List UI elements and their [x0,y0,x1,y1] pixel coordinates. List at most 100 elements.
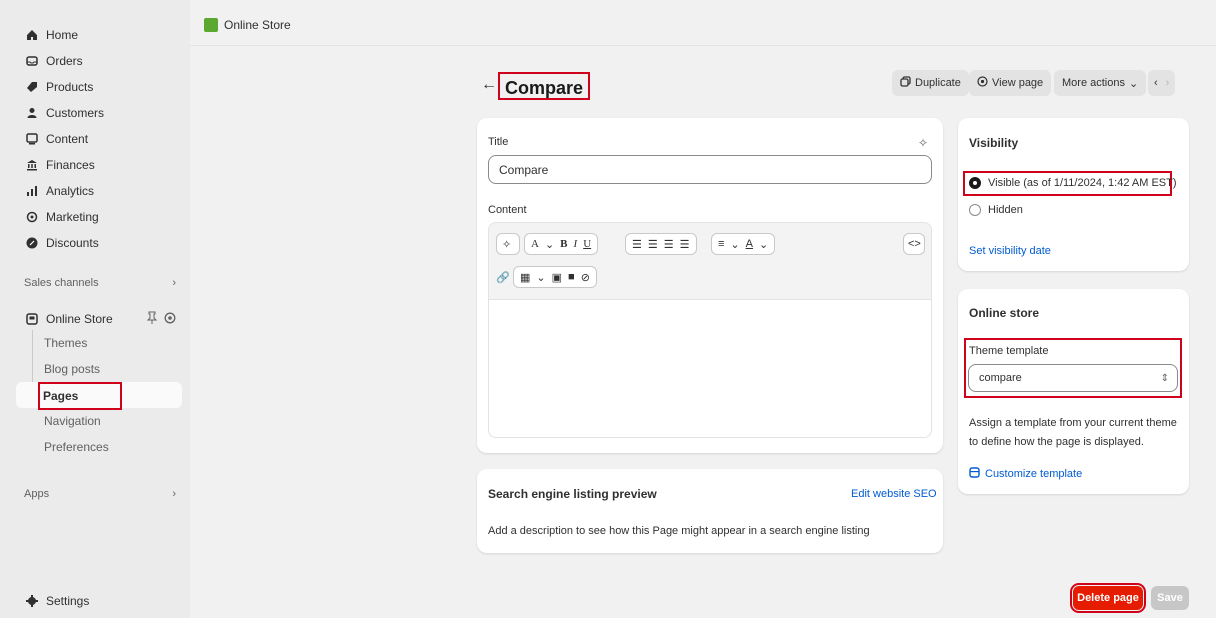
store-icon [26,313,38,325]
magic-button[interactable]: ✧ [496,233,520,255]
image-icon[interactable]: ▣ [552,271,562,284]
sidebar-item-discounts[interactable]: Discounts [26,233,99,253]
sidebar-item-analytics[interactable]: Analytics [26,181,94,201]
chevron-down-icon[interactable]: ⌄ [536,271,545,284]
numbered-list-icon[interactable]: ☰ [648,238,658,251]
template-icon [969,467,980,481]
list-group: ☰ ☰ ☰ ☰ [625,233,697,255]
content-editor[interactable] [488,300,932,438]
chevron-down-icon: ⌄ [1128,77,1139,90]
view-page-label: View page [992,77,1044,89]
align-group: ≡ ⌄ A ⌄ [711,233,776,255]
format-group: A ⌄ B I U [524,233,599,255]
more-actions-label: More actions [1062,77,1125,89]
theme-template-label: Theme template [969,345,1049,357]
link-icon: 🔗 [496,271,510,284]
align-left-icon[interactable]: ≡ [718,238,724,250]
seo-heading: Search engine listing preview [488,487,657,501]
edit-seo-link[interactable]: Edit website SEO [851,488,937,500]
underline-button[interactable]: U [583,238,591,250]
visibility-heading: Visibility [969,136,1019,150]
chevron-down-icon[interactable]: ⌄ [730,238,739,251]
customers-icon [26,107,38,119]
view-page-button[interactable]: View page [969,70,1052,96]
seo-description: Add a description to see how this Page m… [488,525,870,537]
sidebar-item-label: Pages [43,389,79,403]
title-label: Title [488,136,509,148]
sidebar-item-label: Analytics [46,184,95,198]
finances-icon [26,159,38,171]
video-icon[interactable]: ■ [568,271,575,283]
save-button[interactable]: Save [1151,586,1189,610]
insert-group: ▦ ⌄ ▣ ■ ⊘ [513,266,597,288]
outdent-icon[interactable]: ☰ [680,238,690,251]
duplicate-button[interactable]: Duplicate [892,70,969,96]
link-button[interactable]: 🔗 [496,266,512,288]
duplicate-icon [900,76,911,90]
sidebar-item-label: Content [46,132,89,146]
sidebar-item-navigation[interactable]: Navigation [44,411,101,431]
sidebar-item-label: Customers [46,106,105,120]
title-input-value: Compare [499,162,549,177]
bulleted-list-icon[interactable]: ☰ [632,238,642,251]
pin-icon[interactable] [146,311,158,328]
set-visibility-date-link[interactable]: Set visibility date [969,245,1051,257]
chevron-down-icon[interactable]: ⌄ [545,238,554,251]
sidebar-item-label: Home [46,28,79,42]
sidebar-item-finances[interactable]: Finances [26,155,95,175]
table-icon[interactable]: ▦ [520,271,530,284]
content-label: Content [488,204,527,216]
sidebar-item-themes[interactable]: Themes [44,333,87,353]
text-color-button[interactable]: A [746,238,753,250]
sidebar-item-content[interactable]: Content [26,129,88,149]
sales-channels-header[interactable]: Sales channels › [24,277,176,289]
hidden-radio[interactable] [969,204,981,216]
delete-page-button[interactable]: Delete page [1070,583,1146,613]
customize-template-link[interactable]: Customize template [969,467,1082,481]
sidebar-item-label: Settings [46,594,90,608]
pagination-group: ‹ › [1148,70,1176,96]
sidebar-item-preferences[interactable]: Preferences [44,437,109,457]
chevron-down-icon[interactable]: ⌄ [759,238,768,251]
sidebar-item-orders[interactable]: Orders [26,51,83,71]
discounts-icon [26,237,38,249]
orders-icon [26,55,38,67]
code-view-button[interactable]: <> [903,233,925,255]
sidebar-item-pages[interactable]: Pages [38,382,122,410]
sidebar-item-customers[interactable]: Customers [26,103,104,123]
sidebar-item-home[interactable]: Home [26,25,78,45]
sales-channels-label: Sales channels [24,277,99,289]
products-icon [26,81,38,93]
sidebar-item-settings[interactable]: Settings [26,591,89,611]
sidebar-item-marketing[interactable]: Marketing [26,207,99,227]
theme-template-help: Assign a template from your current them… [969,417,1177,448]
next-page-button[interactable]: › [1166,77,1170,89]
visible-radio[interactable] [969,177,981,189]
sidebar-item-products[interactable]: Products [26,77,93,97]
sidebar-item-label: Navigation [44,414,101,428]
sidebar-item-blog-posts[interactable]: Blog posts [44,359,100,379]
previous-page-button[interactable]: ‹ [1154,77,1158,89]
title-input[interactable]: Compare [488,155,932,184]
bold-button[interactable]: B [560,238,567,250]
store-name: Online Store [224,18,291,32]
magic-icon[interactable]: ✧ [918,136,928,150]
italic-button[interactable]: I [574,238,578,250]
indent-icon[interactable]: ☰ [664,238,674,251]
sidebar-item-label: Blog posts [44,362,101,376]
back-arrow-icon[interactable]: ← [481,76,497,94]
sidebar: Home Orders Products Customers Content F… [0,0,190,618]
clear-formatting-icon[interactable]: ⊘ [581,271,590,284]
select-arrows-icon: ⇕ [1160,372,1169,384]
online-store-heading: Online store [969,306,1040,320]
more-actions-button[interactable]: More actions ⌄ [1054,70,1147,96]
apps-header[interactable]: Apps › [24,488,176,500]
eye-icon[interactable] [164,312,176,327]
sidebar-item-online-store[interactable]: Online Store [26,309,182,329]
theme-template-select[interactable]: compare ⇕ [968,364,1178,392]
font-button[interactable]: A [531,238,539,250]
sidebar-item-label: Finances [46,158,95,172]
sidebar-item-label: Orders [46,54,83,68]
magic-icon: ✧ [502,238,512,251]
chevron-right-icon: › [172,277,176,289]
